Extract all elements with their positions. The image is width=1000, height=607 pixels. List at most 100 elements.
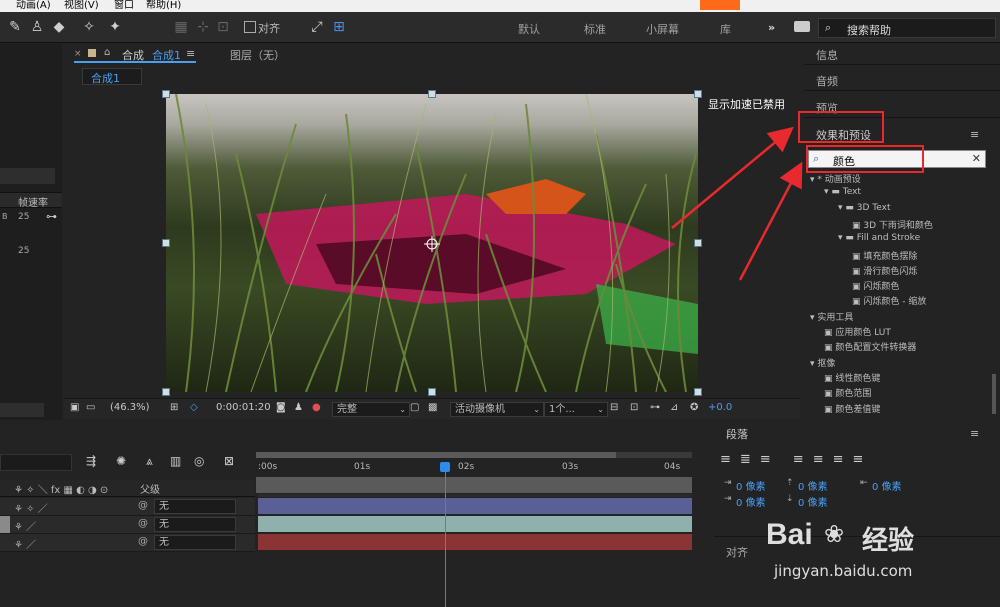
effect-preset-item[interactable]: ▣ 3D 下雨词和颜色: [852, 218, 933, 231]
layer-switches-icon[interactable]: ⚘ ／: [14, 536, 36, 551]
layer-bar-1[interactable]: [258, 498, 692, 514]
handle-ml[interactable]: [162, 239, 170, 247]
close-tab-icon[interactable]: ×: [74, 49, 82, 59]
timeline-icon[interactable]: ⊡: [630, 402, 638, 413]
network-icon[interactable]: ⊶: [46, 210, 57, 223]
playhead-line[interactable]: [445, 462, 446, 607]
clear-search-icon[interactable]: ✕: [972, 152, 981, 165]
handle-bm[interactable]: [428, 388, 436, 396]
comp-tab-menu-icon[interactable]: ≡: [186, 47, 195, 60]
exposure-value[interactable]: +0.0: [708, 402, 732, 413]
flowchart-icon[interactable]: ⊶: [650, 402, 660, 413]
handle-br[interactable]: [694, 388, 702, 396]
reset-exposure-icon[interactable]: ✪: [690, 402, 698, 413]
align-panel-title[interactable]: 对齐: [726, 544, 748, 560]
lock-icon[interactable]: ⌂: [104, 47, 110, 58]
snapshot-icon[interactable]: ◙: [276, 402, 286, 413]
monitor-icon[interactable]: ▭: [86, 402, 95, 413]
workspace-standard[interactable]: 标准: [584, 21, 606, 37]
indent-left-value[interactable]: 0 像素: [736, 478, 766, 493]
grid-guides-icon[interactable]: ⊞: [170, 402, 178, 413]
brush-icon[interactable]: ✎: [6, 18, 24, 36]
parent-dropdown[interactable]: 无: [154, 499, 236, 514]
effect-preset-item[interactable]: ▣ 颜色配置文件转换器: [824, 340, 916, 353]
views-dropdown[interactable]: 1个... ⌄: [544, 402, 608, 417]
tree-folder-item[interactable]: ▾ ▬ Text: [824, 187, 861, 197]
project-search[interactable]: [0, 168, 55, 184]
mask-icon[interactable]: ◇: [190, 402, 198, 413]
timeline-search[interactable]: [0, 454, 72, 471]
playhead-handle[interactable]: [440, 462, 450, 472]
menu-animation[interactable]: 动画(A): [16, 0, 51, 12]
effect-preset-item[interactable]: ▣ 滑行颜色闪烁: [852, 264, 917, 277]
layer-switches-icon[interactable]: ⚘ ✧ ／: [14, 500, 48, 515]
tree-folder-item[interactable]: ▾ 抠像: [810, 356, 835, 369]
workspace-small-screen[interactable]: 小屏幕: [646, 21, 679, 37]
panel-menu-icon[interactable]: ≡: [970, 427, 979, 440]
composition-viewer[interactable]: [166, 94, 698, 392]
menu-help[interactable]: 帮助(H): [146, 0, 181, 12]
layer-tab[interactable]: 图层（无）: [230, 47, 285, 63]
tree-folder-item[interactable]: ▾ * 动画预设: [810, 172, 861, 185]
align-buttons[interactable]: ≡≣≡ ≡≡≡≡: [720, 452, 996, 468]
fps-column-header[interactable]: 帧速率: [18, 194, 48, 209]
tree-folder-item[interactable]: ▾ ▬ 3D Text: [838, 203, 890, 213]
panel-audio[interactable]: 音频: [816, 73, 838, 89]
timecode[interactable]: 0:00:01:20: [216, 402, 271, 413]
parent-dropdown[interactable]: 无: [154, 517, 236, 532]
shy-icon[interactable]: ⩓: [146, 454, 153, 469]
tree-folder-item[interactable]: ▾ 实用工具: [810, 310, 853, 323]
space-before-icon[interactable]: ⇡: [786, 478, 794, 488]
panel-info[interactable]: 信息: [816, 47, 838, 63]
handle-tm[interactable]: [428, 90, 436, 98]
breadcrumb-comp[interactable]: 合成1: [91, 70, 120, 86]
effect-preset-item[interactable]: ▣ 闪烁颜色 - 缩放: [852, 294, 926, 307]
eraser-icon[interactable]: ◆: [50, 18, 68, 36]
layer-switches-icon[interactable]: ⚘ ／: [14, 518, 36, 533]
pickwhip-icon[interactable]: @: [138, 518, 148, 529]
effect-preset-item[interactable]: ▣ 填充颜色摆除: [852, 249, 917, 262]
workspace-menu-icon[interactable]: [794, 21, 810, 32]
handle-tr[interactable]: [694, 90, 702, 98]
scrollbar-thumb[interactable]: [992, 374, 996, 414]
indent-right-icon[interactable]: ⇤: [860, 478, 868, 488]
pickwhip-icon[interactable]: @: [138, 536, 148, 547]
search-help-box[interactable]: ⌕ 搜索帮助: [818, 18, 996, 38]
region-of-interest-icon[interactable]: ▢: [410, 402, 419, 413]
always-preview-icon[interactable]: ▣: [70, 402, 79, 413]
indent-left-icon[interactable]: ⇥: [724, 478, 732, 488]
fast-preview-icon[interactable]: ⊟: [610, 402, 618, 413]
grid-icon[interactable]: ▦: [172, 18, 190, 36]
zoom-dropdown[interactable]: (46.3%): [110, 402, 150, 413]
time-ruler-track[interactable]: [256, 477, 692, 493]
work-area-range[interactable]: [256, 452, 616, 458]
camera-dropdown[interactable]: 活动摄像机 ⌄: [450, 402, 544, 417]
workspace-overflow[interactable]: »: [768, 21, 775, 34]
parent-dropdown[interactable]: 无: [154, 535, 236, 550]
layer-row[interactable]: ⚘ ／ @ 无: [0, 534, 255, 552]
handle-bl[interactable]: [162, 388, 170, 396]
motion-blur-icon[interactable]: ◎: [194, 454, 204, 468]
layer-bar-3[interactable]: [258, 534, 692, 550]
draft-3d-icon[interactable]: ✺: [116, 454, 126, 468]
first-line-icon[interactable]: ⇥: [724, 494, 732, 504]
paragraph-title[interactable]: 段落: [726, 426, 748, 442]
pickwhip-icon[interactable]: @: [138, 500, 148, 511]
comp-flowchart-icon[interactable]: ⇶: [86, 454, 96, 468]
menu-view[interactable]: 视图(V): [64, 0, 99, 12]
workspace-library[interactable]: 库: [720, 21, 731, 37]
first-line-value[interactable]: 0 像素: [736, 494, 766, 509]
space-before-value[interactable]: 0 像素: [798, 478, 828, 493]
snap-checkbox[interactable]: [244, 21, 256, 33]
parent-header[interactable]: 父级: [140, 481, 160, 496]
color-channel-icon[interactable]: ●: [312, 402, 321, 413]
clone-stamp-icon[interactable]: ♙: [28, 18, 46, 36]
axis-icon[interactable]: ⊹: [194, 18, 212, 36]
frame-blend-icon[interactable]: ▥: [170, 454, 181, 468]
menu-window[interactable]: 窗口: [114, 0, 134, 12]
layer-bar-2[interactable]: [258, 516, 692, 532]
share-icon[interactable]: ⊿: [670, 402, 678, 413]
indent-right-value[interactable]: 0 像素: [872, 478, 902, 493]
show-snapshot-icon[interactable]: ♟: [294, 402, 303, 413]
roto-brush-icon[interactable]: ✧: [80, 18, 98, 36]
